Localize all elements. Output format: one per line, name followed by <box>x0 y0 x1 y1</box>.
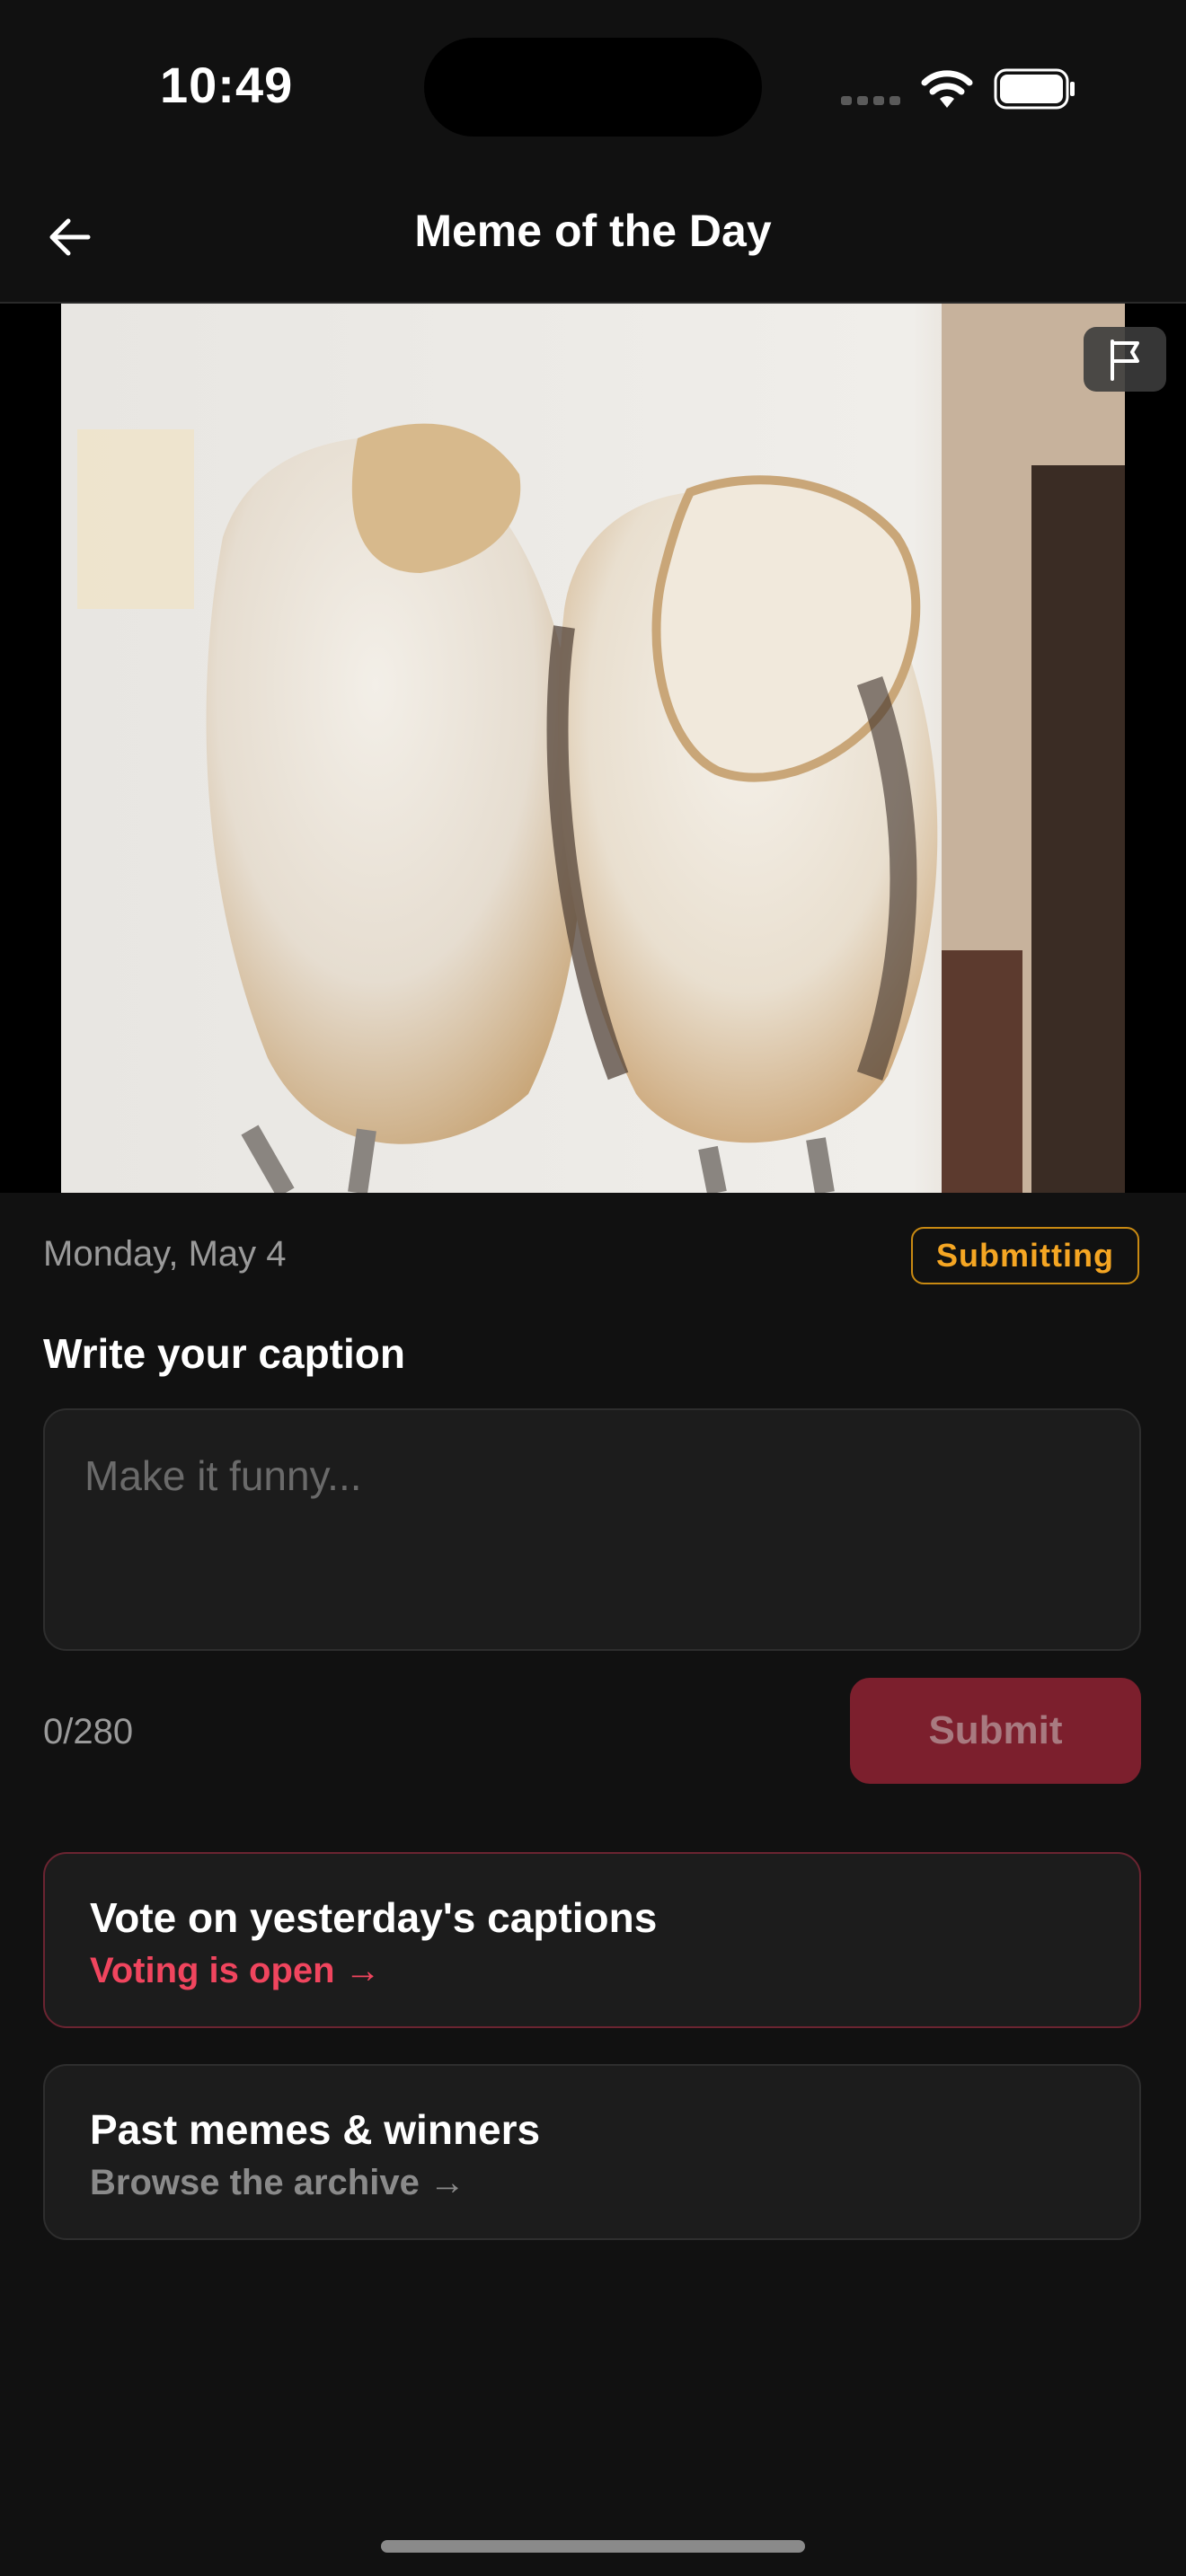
vote-card-link: Voting is open → <box>90 1951 381 1990</box>
caption-heading: Write your caption <box>43 1330 405 1377</box>
character-counter: 0/280 <box>43 1712 134 1751</box>
status-badge: Submitting <box>911 1227 1139 1284</box>
meme-image[interactable] <box>61 304 1125 1193</box>
meme-media <box>0 304 1186 1193</box>
status-bar: 10:49 <box>0 0 1186 171</box>
page-title: Meme of the Day <box>414 206 772 256</box>
meme-date: Monday, May 4 <box>43 1234 287 1274</box>
cellular-signal-icon <box>841 93 906 110</box>
submit-button[interactable]: Submit <box>850 1678 1141 1784</box>
battery-icon <box>994 68 1075 110</box>
flag-icon <box>1111 340 1139 381</box>
nav-bar: Meme of the Day <box>0 171 1186 304</box>
vote-card-title: Vote on yesterday's captions <box>90 1894 658 1941</box>
archive-card-link: Browse the archive → <box>90 2163 465 2202</box>
dynamic-island <box>424 38 762 137</box>
home-indicator <box>381 2540 805 2553</box>
vote-card[interactable]: Vote on yesterday's captions Voting is o… <box>43 1852 1141 2028</box>
archive-card-title: Past memes & winners <box>90 2106 541 2153</box>
archive-card[interactable]: Past memes & winners Browse the archive … <box>43 2064 1141 2240</box>
report-button[interactable] <box>1084 327 1166 392</box>
wifi-icon <box>921 70 973 108</box>
caption-input[interactable]: Make it funny... <box>43 1408 1141 1651</box>
status-time: 10:49 <box>160 57 294 113</box>
